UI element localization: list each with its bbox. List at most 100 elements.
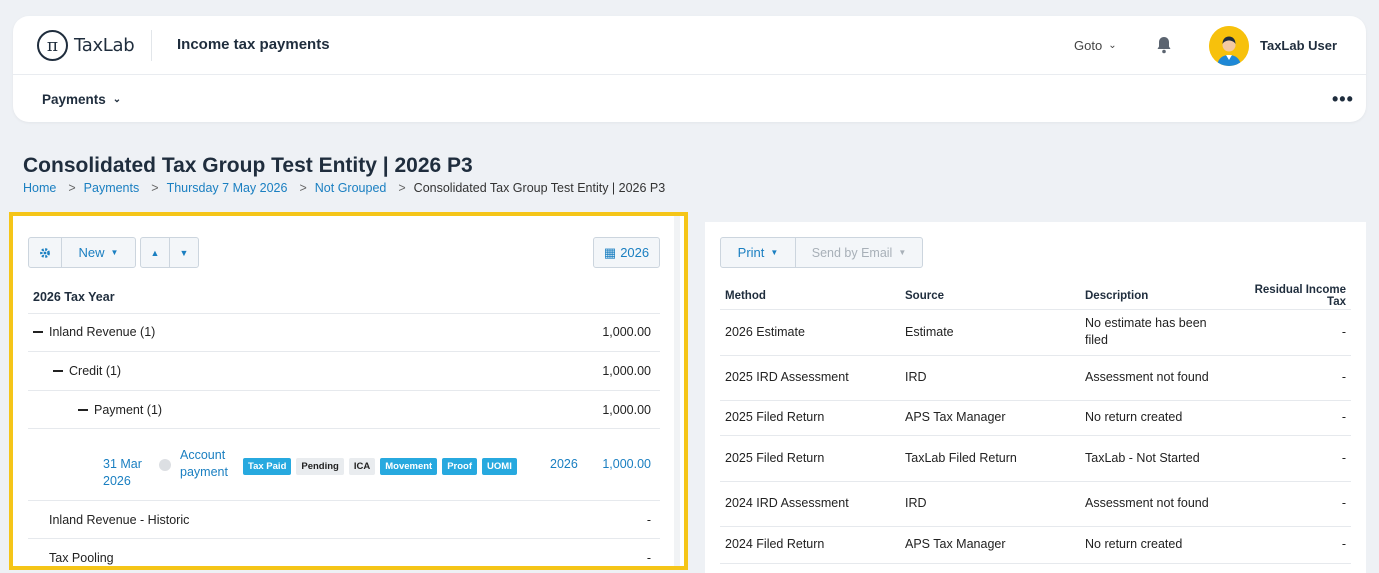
payment-year[interactable]: 2026 [550,457,578,471]
breadcrumb-date[interactable]: Thursday 7 May 2026 [167,181,288,195]
table-row[interactable]: 2025 Filed Return TaxLab Filed Return Ta… [720,435,1351,482]
chevron-down-icon: ⌄ [1108,40,1117,51]
table-row[interactable]: 2025 Filed Return APS Tax Manager No ret… [720,400,1351,436]
notification-bell-icon[interactable] [1154,35,1174,55]
tree-header: 2026 Tax Year [28,286,660,314]
payment-type[interactable]: Account payment [180,447,238,481]
user-name[interactable]: TaxLab User [1260,38,1337,53]
tag-pending[interactable]: Pending [296,458,344,475]
cell-method: 2024 Filed Return [720,526,900,564]
logo-text: TaxLab [74,35,135,56]
cell-description: Assessment not found [1080,355,1230,401]
expand-collapse-group: ▲ ▼ [140,237,199,268]
app-title: Income tax payments [177,36,330,53]
cell-source: APS Tax Manager [900,526,1080,564]
cell-source-link[interactable]: TaxLab Filed Return [900,435,1080,482]
tree-row-credit[interactable]: Credit (1) 1,000.00 [28,352,660,391]
collapse-up-button[interactable]: ▲ [141,238,170,267]
table-header-row: Method Source Description Residual Incom… [720,283,1351,310]
gear-button[interactable] [29,238,62,267]
header-nav-bar: Payments ⌄ ••• [13,75,1366,122]
chevron-down-icon: ⌄ [112,94,122,105]
tree-row-amount: 1,000.00 [602,403,651,417]
cell-method: 2024 IRD Assessment [720,481,900,527]
tree-row-historic[interactable]: Inland Revenue - Historic - [28,501,660,539]
tag-movement[interactable]: Movement [380,458,438,475]
tree-row-tax-pooling[interactable]: Tax Pooling - [28,539,660,566]
tag-ica[interactable]: ICA [348,458,376,475]
header-top-bar: π TaxLab Income tax payments Goto ⌄ TaxL… [13,16,1366,75]
tree-row-amount: - [646,551,651,565]
table-row[interactable]: 2024 Filed Return APS Tax Manager No ret… [720,526,1351,564]
column-header-description[interactable]: Description [1080,283,1230,310]
email-label: Send by Email [811,245,893,260]
tree-row-inland-revenue[interactable]: Inland Revenue (1) 1,000.00 [28,314,660,352]
expand-down-button[interactable]: ▼ [170,238,198,267]
header-card: π TaxLab Income tax payments Goto ⌄ TaxL… [13,16,1366,122]
breadcrumb-home[interactable]: Home [23,181,56,195]
calendar-icon: ▦ [603,244,617,260]
breadcrumb-separator: > [299,181,307,195]
cell-rit: - [1230,309,1351,356]
tree-row-amount: 1,000.00 [602,364,651,378]
user-avatar[interactable] [1209,26,1249,66]
column-header-method[interactable]: Method [720,283,900,310]
cell-rit: - [1230,481,1351,527]
cell-description: No return created [1080,400,1230,436]
collapse-minus-icon[interactable] [78,409,88,411]
breadcrumb-separator: > [398,181,406,195]
gear-icon [40,247,50,258]
tag-proof[interactable]: Proof [442,458,478,475]
table-row[interactable]: 2025 IRD Assessment IRD Assessment not f… [720,355,1351,401]
send-by-email-button[interactable]: Send by Email ▼ [796,238,922,267]
print-label: Print [737,245,765,260]
cell-method: 2025 Filed Return [720,400,900,436]
tree-row-label: Payment (1) [78,403,162,417]
cell-rit-link[interactable]: - [1230,435,1351,482]
caret-down-icon: ▼ [770,248,779,257]
payment-entry-row[interactable]: 31 Mar 2026 Account payment Tax Paid Pen… [28,429,660,501]
cell-method: 2026 Estimate [720,309,900,356]
tree-row-amount: 1,000.00 [602,325,651,339]
payments-menu[interactable]: Payments ⌄ [42,92,121,107]
print-button[interactable]: Print ▼ [721,238,796,267]
payments-tree-panel: New ▼ ▲ ▼ ▦ 2026 2026 Tax Year Inland Re… [9,212,688,570]
collapse-minus-icon[interactable] [33,331,43,333]
cell-method-link[interactable]: 2025 Filed Return [720,435,900,482]
breadcrumb-not-grouped[interactable]: Not Grouped [315,181,387,195]
column-header-residual-income-tax[interactable]: Residual Income Tax [1230,283,1351,310]
user-avatar-icon [1209,26,1249,66]
tree-row-text: Credit (1) [69,364,122,378]
taxlab-logo[interactable]: π TaxLab [37,30,135,61]
new-button-label: New [78,245,105,260]
cell-source: IRD [900,355,1080,401]
year-button[interactable]: ▦ 2026 [593,237,660,268]
payment-date[interactable]: 31 Mar 2026 [103,456,151,490]
cell-method: 2025 IRD Assessment [720,355,900,401]
cell-source: Estimate [900,309,1080,356]
cell-source: IRD [900,481,1080,527]
tree-toolbar: New ▼ ▲ ▼ [28,237,199,268]
scrollbar[interactable] [674,216,680,566]
tree-row-payment[interactable]: Payment (1) 1,000.00 [28,391,660,429]
breadcrumb-separator: > [151,181,159,195]
more-options-icon[interactable]: ••• [1332,89,1354,110]
cell-description-link[interactable]: TaxLab - Not Started [1080,435,1230,482]
collapse-minus-icon[interactable] [53,370,63,372]
table-row[interactable]: 2024 IRD Assessment IRD Assessment not f… [720,481,1351,527]
payment-amount[interactable]: 1,000.00 [602,457,651,471]
tag-uomi[interactable]: UOMI [482,458,517,475]
breadcrumb-separator: > [68,181,76,195]
rit-methods-table: Method Source Description Residual Incom… [720,283,1351,564]
tree-row-text: Payment (1) [94,403,163,417]
tag-tax-paid[interactable]: Tax Paid [243,458,292,475]
table-row[interactable]: 2026 Estimate Estimate No estimate has b… [720,309,1351,356]
caret-down-icon: ▼ [898,248,907,257]
column-header-source[interactable]: Source [900,283,1080,310]
rit-methods-panel: Print ▼ Send by Email ▼ Method Source De… [705,222,1366,573]
goto-dropdown[interactable]: Goto ⌄ [1074,38,1117,53]
payments-menu-label: Payments [42,92,106,107]
breadcrumb-payments[interactable]: Payments [84,181,140,195]
pi-logo-icon: π [37,30,68,61]
new-button[interactable]: New ▼ [62,238,135,267]
